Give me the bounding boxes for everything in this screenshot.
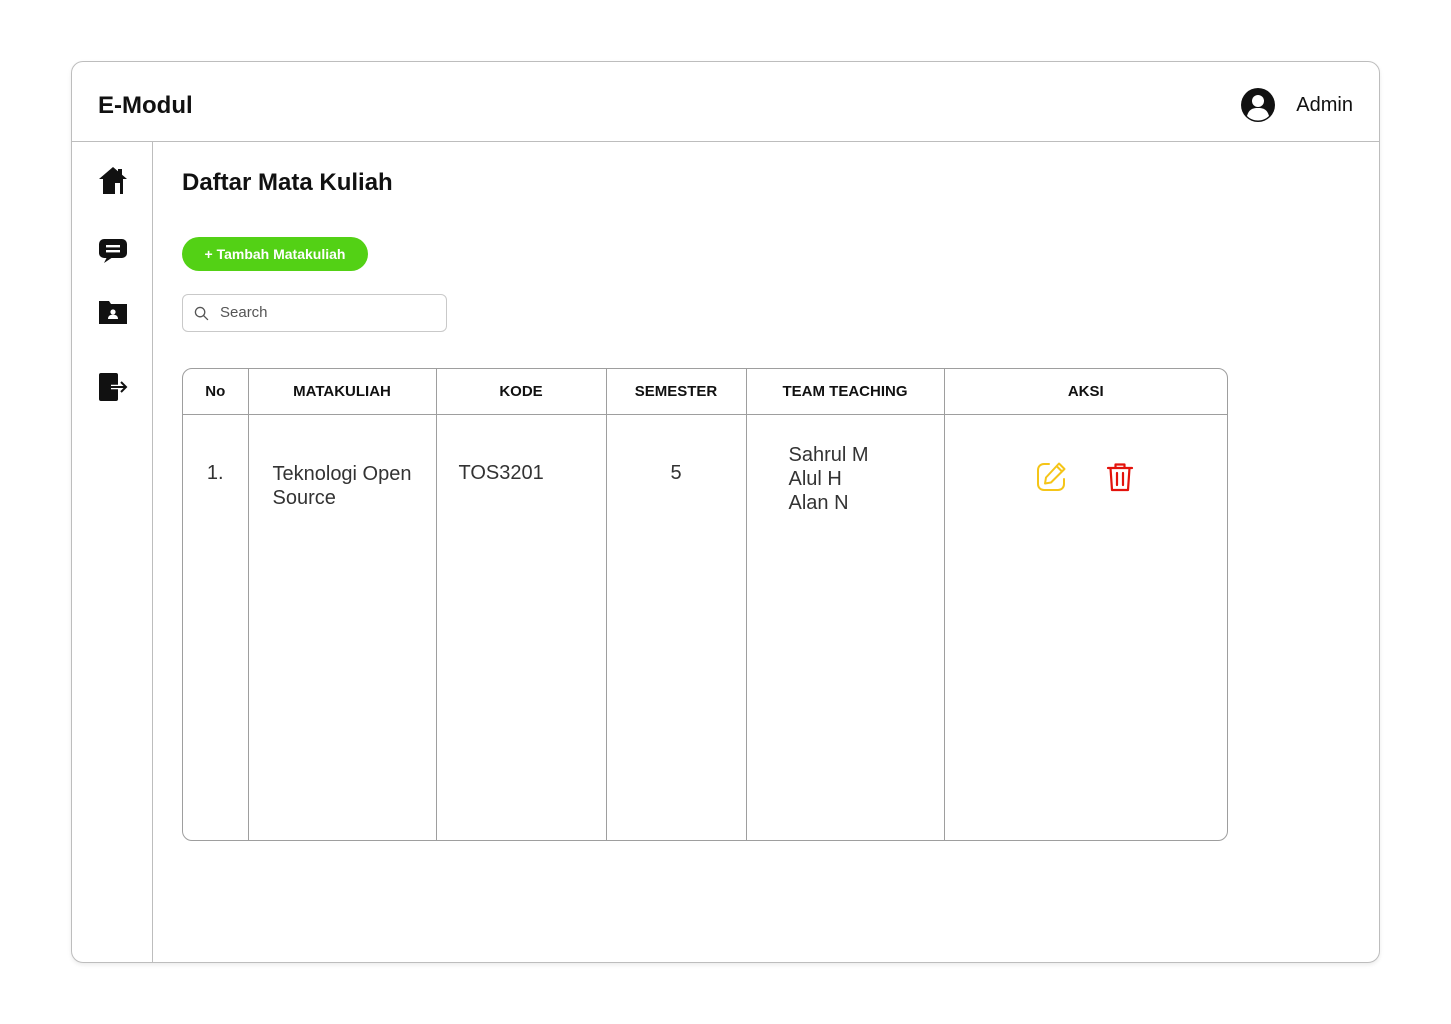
message-icon	[99, 239, 127, 263]
search-input[interactable]	[220, 295, 435, 329]
column-header-semester: SEMESTER	[606, 369, 747, 415]
sidebar-item-home[interactable]	[96, 163, 130, 197]
team-member: Alan N	[788, 492, 849, 514]
column-header-no: No	[183, 369, 249, 415]
column-header-matakuliah: MATAKULIAH	[248, 369, 437, 415]
app-window: E-Modul Admin Daftar Mata Kuliah + Tamba…	[71, 61, 1380, 963]
user-menu[interactable]: Admin	[1240, 87, 1353, 123]
folder-user-icon	[99, 301, 127, 324]
table-header-row: No MATAKULIAH KODE SEMESTER TEAM TEACHIN…	[183, 369, 1227, 415]
column-header-team-teaching: TEAM TEACHING	[746, 369, 945, 415]
user-name: Admin	[1296, 93, 1353, 116]
home-icon	[99, 167, 127, 194]
app-title: E-Modul	[98, 92, 193, 119]
cell-matakuliah: Teknologi Open Source	[248, 414, 437, 840]
cell-no: 1.	[183, 414, 249, 840]
team-member: Sahrul M	[788, 444, 869, 466]
sidebar-item-user-folder[interactable]	[96, 295, 130, 329]
table-row: 1. Teknologi Open Source TOS3201 5 Sahru…	[183, 414, 1227, 841]
matakuliah-table: No MATAKULIAH KODE SEMESTER TEAM TEACHIN…	[182, 368, 1228, 841]
edit-button[interactable]	[1033, 459, 1069, 495]
edit-icon	[1037, 462, 1066, 491]
search-box[interactable]	[182, 294, 447, 332]
team-member: Alul H	[788, 468, 842, 490]
main-content: Daftar Mata Kuliah + Tambah Matakuliah S…	[153, 142, 1379, 962]
sidebar-item-messages[interactable]	[96, 232, 130, 266]
search-icon	[194, 306, 209, 321]
cell-kode: TOS3201	[436, 414, 607, 840]
sidebar	[72, 142, 153, 962]
column-header-aksi: AKSI	[944, 369, 1227, 415]
add-matakuliah-button[interactable]: + Tambah Matakuliah	[182, 237, 368, 271]
header: E-Modul Admin	[72, 62, 1379, 142]
logout-icon	[99, 373, 128, 401]
sidebar-item-logout[interactable]	[96, 370, 130, 404]
page-title: Daftar Mata Kuliah	[182, 169, 393, 196]
user-circle-icon[interactable]	[1240, 87, 1276, 123]
column-header-kode: KODE	[436, 369, 607, 415]
cell-team-teaching: Sahrul M Alul H Alan N	[746, 414, 945, 840]
trash-icon	[1107, 463, 1134, 492]
cell-semester: 5	[606, 414, 747, 840]
cell-aksi	[944, 415, 1227, 841]
delete-button[interactable]	[1102, 459, 1138, 495]
